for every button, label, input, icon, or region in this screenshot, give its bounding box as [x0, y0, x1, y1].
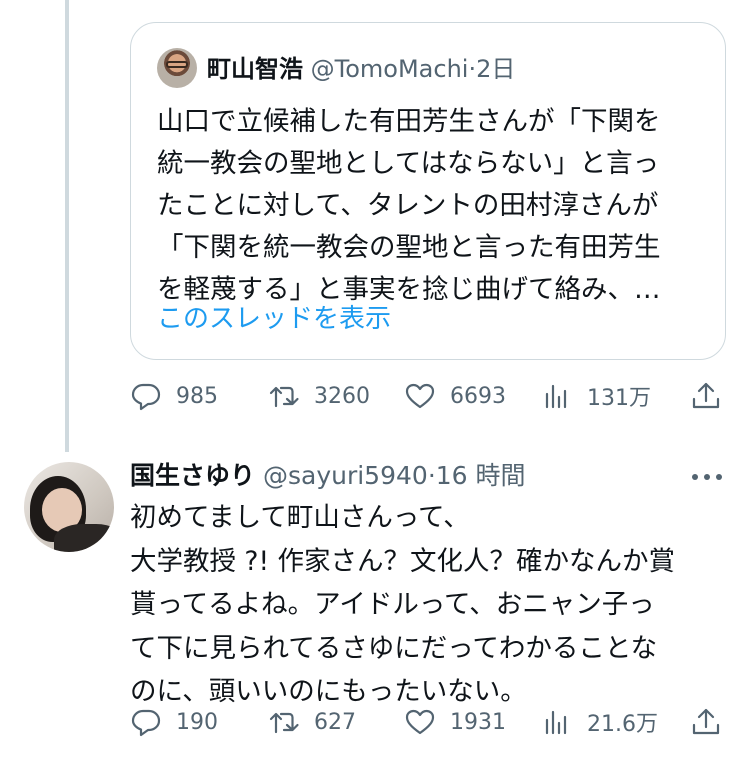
- like-count: 1931: [450, 709, 506, 735]
- retweet-icon: [269, 712, 299, 734]
- quoted-tweet-header: 町山智浩 @TomoMachi·2日: [207, 53, 515, 85]
- reply-count: 190: [176, 709, 218, 735]
- retweet-button[interactable]: 627: [268, 702, 356, 742]
- like-button[interactable]: 6693: [404, 376, 506, 416]
- reply-button[interactable]: 190: [130, 702, 218, 742]
- share-button[interactable]: [690, 702, 722, 742]
- reply-count: 985: [176, 383, 218, 409]
- views-count: 131万: [587, 386, 651, 411]
- author-handle[interactable]: @TomoMachi: [311, 55, 469, 83]
- retweet-count: 3260: [314, 383, 370, 409]
- tweet-timestamp[interactable]: 16 時間: [436, 461, 526, 490]
- reply-icon: [131, 709, 161, 737]
- reply-icon: [131, 383, 161, 411]
- tweet-header: 国生さゆり @sayuri5940·16 時間: [130, 458, 526, 494]
- show-thread-link[interactable]: このスレッドを表示: [157, 301, 391, 337]
- separator-dot: ·: [427, 461, 436, 490]
- share-icon: [692, 708, 720, 735]
- views-icon: [545, 710, 567, 735]
- author-name[interactable]: 国生さゆり: [130, 461, 255, 490]
- avatar[interactable]: [24, 462, 114, 552]
- quoted-tweet-text: 山口で立候補した有田芳生さんが「下関を 統一教会の聖地としてはならない」と言っ …: [157, 106, 661, 305]
- quoted-tweet-card[interactable]: 町山智浩 @TomoMachi·2日 山口で立候補した有田芳生さんが「下関を 統…: [130, 22, 726, 360]
- heart-icon: [405, 383, 435, 409]
- like-button[interactable]: 1931: [404, 702, 506, 742]
- retweet-count: 627: [314, 709, 356, 735]
- views-button[interactable]: 21.6万: [541, 702, 658, 742]
- views-count: 21.6万: [587, 712, 658, 737]
- tweet-timestamp[interactable]: 2日: [476, 55, 515, 83]
- views-icon: [545, 384, 567, 409]
- tweet-action-bar: 190 627 1931 21.6万: [0, 702, 750, 742]
- share-icon: [692, 382, 720, 409]
- author-name[interactable]: 町山智浩: [207, 55, 303, 83]
- more-icon[interactable]: [692, 474, 722, 482]
- author-handle[interactable]: @sayuri5940: [263, 461, 428, 490]
- like-count: 6693: [450, 383, 506, 409]
- tweet-action-bar: 985 3260 6693 131万: [0, 376, 750, 416]
- share-button[interactable]: [690, 376, 722, 416]
- avatar[interactable]: [157, 48, 197, 88]
- retweet-button[interactable]: 3260: [268, 376, 370, 416]
- tweet-text: 初めてまして町山さんって、 大学教授 ?! 作家さん？文化人？確かなんか賞 貰っ…: [130, 502, 676, 707]
- views-button[interactable]: 131万: [541, 376, 651, 416]
- reply-button[interactable]: 985: [130, 376, 218, 416]
- retweet-icon: [269, 386, 299, 408]
- heart-icon: [405, 709, 435, 735]
- separator-dot: ·: [468, 55, 477, 83]
